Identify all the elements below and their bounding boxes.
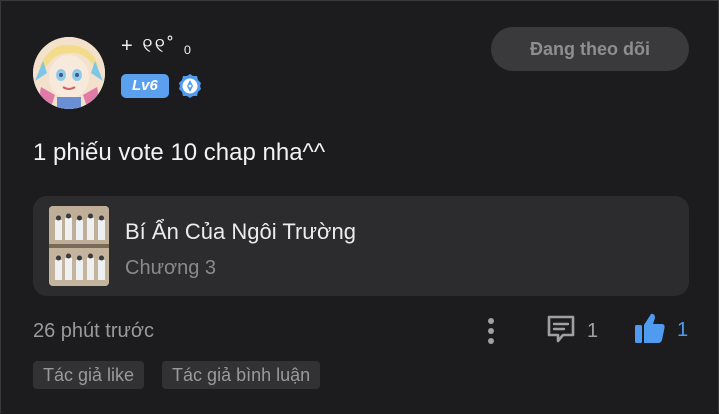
certified-pen-icon [177, 73, 203, 99]
user-avatar[interactable] [33, 37, 105, 109]
like-count: 1 [677, 318, 689, 341]
comment-icon [545, 313, 577, 350]
follow-button[interactable]: Đang theo dõi [491, 27, 689, 71]
like-button[interactable]: 1 [633, 311, 688, 349]
more-vertical-icon[interactable] [479, 315, 503, 347]
comment-panel: + ୧୧˚ ₀ Lv6 Đang theo dõi 1 phiếu vote 1… [0, 0, 719, 413]
story-title[interactable]: Bí Ẩn Của Ngôi Trường [125, 219, 356, 245]
comment-text: 1 phiếu vote 10 chap nha^^ [33, 139, 326, 166]
reply-button[interactable]: 1 [545, 313, 598, 349]
username[interactable]: + ୧୧˚ ₀ [121, 35, 194, 58]
story-card[interactable]: Bí Ẩn Của Ngôi Trường Chương 3 [33, 196, 689, 296]
level-badge: Lv6 [121, 74, 169, 98]
thumbs-up-icon [633, 311, 667, 350]
reply-count: 1 [587, 319, 599, 342]
user-badges: Lv6 [121, 73, 203, 99]
tag-author-replied: Tác giả bình luận [162, 361, 321, 389]
tag-author-liked: Tác giả like [33, 361, 145, 389]
story-thumbnail [49, 206, 109, 286]
comment-tags: Tác giả like Tác giả bình luận [33, 361, 321, 389]
story-chapter[interactable]: Chương 3 [125, 257, 216, 280]
comment-timestamp: 26 phút trước [33, 320, 155, 342]
